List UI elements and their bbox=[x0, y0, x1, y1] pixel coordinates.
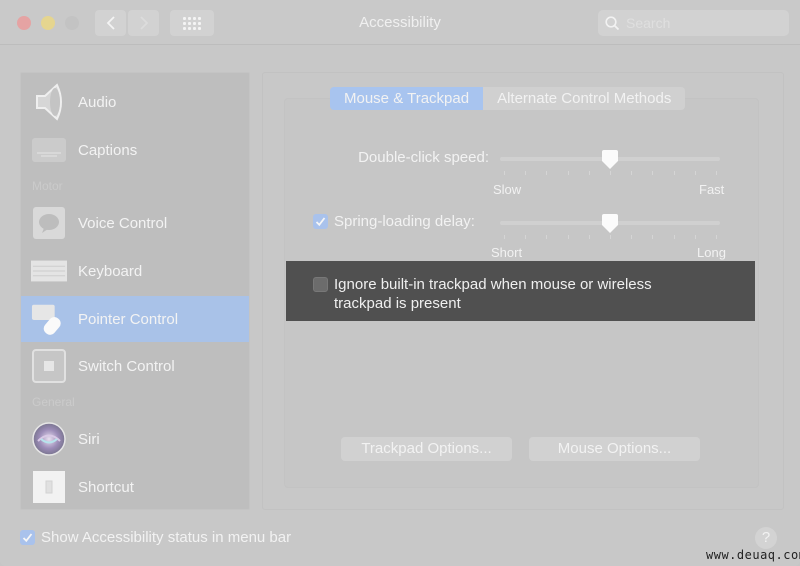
ignore-trackpad-label-line2: trackpad is present bbox=[334, 295, 461, 312]
sidebar-item-captions[interactable]: Captions bbox=[21, 127, 249, 173]
slider-tick bbox=[673, 171, 675, 175]
sidebar-item-label: Pointer Control bbox=[78, 310, 179, 328]
search-icon bbox=[605, 15, 620, 30]
spring-loading-delay-slider[interactable] bbox=[500, 213, 720, 243]
slider-tick bbox=[716, 171, 717, 175]
trackpad-options-button[interactable]: Trackpad Options... bbox=[341, 437, 512, 461]
slider-tick bbox=[694, 171, 696, 175]
sidebar-item-label: Keyboard bbox=[78, 262, 143, 280]
voice-control-icon bbox=[31, 205, 67, 241]
slider-tick bbox=[673, 235, 675, 239]
help-button[interactable]: ? bbox=[755, 527, 777, 549]
sidebar-item-siri[interactable]: Siri bbox=[21, 416, 249, 462]
slider-tick bbox=[694, 235, 696, 239]
sidebar-item-label: Shortcut bbox=[78, 478, 134, 496]
slider-knob[interactable] bbox=[600, 150, 620, 170]
shortcut-icon bbox=[31, 469, 67, 505]
slider-tick bbox=[546, 171, 548, 175]
keyboard-icon bbox=[31, 253, 67, 289]
section-header-motor: Motor bbox=[32, 179, 63, 193]
tab-bar: Mouse & Trackpad Alternate Control Metho… bbox=[330, 87, 686, 110]
ignore-trackpad-checkbox[interactable] bbox=[313, 277, 328, 292]
section-header-general: General bbox=[32, 395, 75, 409]
long-label: Long bbox=[697, 245, 726, 260]
double-click-speed-label: Double-click speed: bbox=[358, 149, 489, 166]
fast-label: Fast bbox=[699, 182, 725, 197]
double-click-speed-slider[interactable] bbox=[500, 149, 720, 179]
slider-tick bbox=[525, 235, 527, 239]
mouse-options-button[interactable]: Mouse Options... bbox=[529, 437, 700, 461]
slider-tick bbox=[716, 235, 717, 239]
spring-loading-checkbox[interactable] bbox=[313, 214, 328, 229]
sidebar-item-audio[interactable]: Audio bbox=[21, 79, 249, 125]
slider-tick bbox=[588, 235, 590, 239]
slider-tick bbox=[504, 235, 505, 239]
search-input[interactable] bbox=[626, 15, 776, 31]
show-status-label: Show Accessibility status in menu bar bbox=[41, 529, 292, 546]
slow-label: Slow bbox=[493, 182, 522, 197]
sidebar-item-label: Audio bbox=[78, 93, 117, 111]
ignore-trackpad-label: Ignore built-in trackpad when mouse or w… bbox=[334, 275, 734, 313]
ignore-trackpad-label-line1: Ignore built-in trackpad when mouse or w… bbox=[334, 276, 652, 293]
tab-alternate-control-methods[interactable]: Alternate Control Methods bbox=[483, 87, 686, 110]
title-bar: Accessibility bbox=[0, 0, 800, 45]
sidebar-item-shortcut[interactable]: Shortcut bbox=[21, 464, 249, 509]
sidebar-item-label: Voice Control bbox=[78, 214, 168, 232]
sidebar: Audio Captions Motor Voice Control Keybo… bbox=[20, 72, 250, 510]
accessibility-window: Accessibility Audio Captions Motor Voice… bbox=[0, 0, 800, 566]
checkmark-icon bbox=[315, 217, 326, 227]
slider-tick bbox=[567, 171, 569, 175]
sidebar-item-label: Captions bbox=[78, 141, 138, 159]
show-status-checkbox[interactable] bbox=[20, 530, 35, 545]
slider-knob[interactable] bbox=[600, 214, 620, 234]
sidebar-item-label: Siri bbox=[78, 430, 100, 448]
captions-icon bbox=[31, 132, 67, 168]
sidebar-item-voice-control[interactable]: Voice Control bbox=[21, 200, 249, 246]
sidebar-item-pointer-control[interactable]: Pointer Control bbox=[21, 296, 249, 342]
slider-tick bbox=[504, 171, 505, 175]
slider-tick bbox=[610, 235, 611, 239]
slider-tick bbox=[631, 235, 633, 239]
slider-tick bbox=[631, 171, 633, 175]
sidebar-item-switch-control[interactable]: Switch Control bbox=[21, 343, 249, 389]
slider-tick bbox=[525, 171, 527, 175]
tab-mouse-trackpad[interactable]: Mouse & Trackpad bbox=[330, 87, 484, 110]
pointer-control-icon bbox=[31, 301, 67, 337]
sidebar-item-keyboard[interactable]: Keyboard bbox=[21, 248, 249, 294]
slider-tick bbox=[588, 171, 590, 175]
slider-tick bbox=[652, 171, 654, 175]
slider-tick bbox=[610, 171, 611, 175]
speaker-icon bbox=[31, 83, 67, 121]
siri-icon bbox=[31, 421, 67, 457]
search-field[interactable] bbox=[598, 10, 789, 36]
slider-tick bbox=[652, 235, 654, 239]
checkmark-icon bbox=[22, 533, 33, 543]
spring-loading-delay-label: Spring-loading delay: bbox=[334, 213, 475, 230]
sidebar-item-label: Switch Control bbox=[78, 357, 175, 375]
short-label: Short bbox=[491, 245, 523, 260]
slider-tick bbox=[567, 235, 569, 239]
watermark: www.deuaq.com bbox=[706, 548, 800, 562]
switch-control-icon bbox=[31, 348, 67, 384]
slider-tick bbox=[546, 235, 548, 239]
